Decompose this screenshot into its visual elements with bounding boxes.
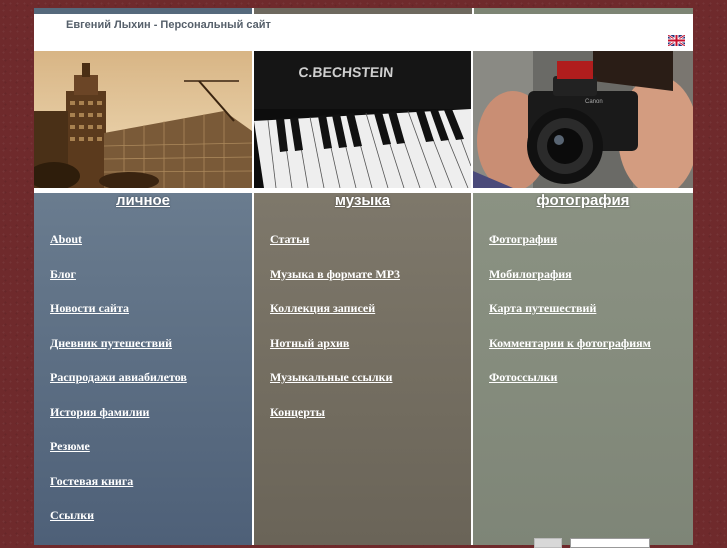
link-photo-links[interactable]: Фотоссылки (489, 370, 557, 384)
list-item: About (50, 230, 187, 265)
photo-links: Фотографии Мобилография Карта путешестви… (489, 230, 651, 403)
link-sheet-music[interactable]: Нотный архив (270, 336, 349, 350)
page: Евгений Лыхин - Персональный сайт C.BECH… (34, 8, 693, 545)
photo-strip: C.BECHSTEIN Canon (34, 51, 693, 188)
link-site-news[interactable]: Новости сайта (50, 301, 129, 315)
header: Евгений Лыхин - Персональный сайт (34, 14, 693, 51)
link-about[interactable]: About (50, 232, 82, 246)
list-item: Концерты (270, 403, 400, 438)
link-concerts[interactable]: Концерты (270, 405, 325, 419)
building-photo (34, 51, 252, 188)
link-links[interactable]: Ссылки (50, 508, 94, 522)
menu-columns: личное About Блог Новости сайта Дневник … (34, 193, 693, 545)
column-personal-title[interactable]: личное (34, 193, 252, 213)
camera-photo: Canon (473, 51, 693, 188)
column-music-title[interactable]: музыка (254, 193, 471, 213)
list-item: Комментарии к фотографиям (489, 334, 651, 369)
list-item: Ссылки (50, 506, 187, 541)
column-photo-title[interactable]: фотография (473, 193, 693, 213)
link-photos[interactable]: Фотографии (489, 232, 557, 246)
link-photo-comments[interactable]: Комментарии к фотографиям (489, 336, 651, 350)
list-item: Статьи (270, 230, 400, 265)
list-item: Резюме (50, 437, 187, 472)
link-blog[interactable]: Блог (50, 267, 76, 281)
list-item: Фотографии (489, 230, 651, 265)
link-travel-diary[interactable]: Дневник путешествий (50, 336, 172, 350)
link-mobilography[interactable]: Мобилография (489, 267, 572, 281)
footer-button[interactable] (534, 538, 562, 548)
list-item: Гостевая книга (50, 472, 187, 507)
column-photo: фотография Фотографии Мобилография Карта… (473, 193, 693, 545)
list-item: Музыка в формате MP3 (270, 265, 400, 300)
link-articles[interactable]: Статьи (270, 232, 309, 246)
site-title: Евгений Лыхин - Персональный сайт (66, 19, 271, 31)
list-item: История фамилии (50, 403, 187, 438)
list-item: Карта путешествий (489, 299, 651, 334)
list-item: Дневник путешествий (50, 334, 187, 369)
column-personal: личное About Блог Новости сайта Дневник … (34, 193, 252, 545)
link-family-history[interactable]: История фамилии (50, 405, 149, 419)
list-item: Музыкальные ссылки (270, 368, 400, 403)
list-item: Блог (50, 265, 187, 300)
column-music: музыка Статьи Музыка в формате MP3 Колле… (254, 193, 471, 545)
link-resume[interactable]: Резюме (50, 439, 90, 453)
list-item: Новости сайта (50, 299, 187, 334)
piano-photo: C.BECHSTEIN (254, 51, 471, 188)
music-links: Статьи Музыка в формате MP3 Коллекция за… (270, 230, 400, 437)
uk-flag-icon[interactable] (667, 33, 686, 48)
search-input[interactable] (570, 538, 650, 548)
piano-brand-label: C.BECHSTEIN (298, 64, 394, 80)
personal-links: About Блог Новости сайта Дневник путешес… (50, 230, 187, 541)
link-record-collection[interactable]: Коллекция записей (270, 301, 375, 315)
link-guestbook[interactable]: Гостевая книга (50, 474, 133, 488)
list-item: Фотоссылки (489, 368, 651, 403)
link-airfare-sales[interactable]: Распродажи авиабилетов (50, 370, 187, 384)
link-mp3[interactable]: Музыка в формате MP3 (270, 267, 400, 281)
link-music-links[interactable]: Музыкальные ссылки (270, 370, 392, 384)
link-travel-map[interactable]: Карта путешествий (489, 301, 596, 315)
list-item: Нотный архив (270, 334, 400, 369)
svg-text:Canon: Canon (585, 99, 603, 105)
list-item: Коллекция записей (270, 299, 400, 334)
list-item: Распродажи авиабилетов (50, 368, 187, 403)
list-item: Мобилография (489, 265, 651, 300)
